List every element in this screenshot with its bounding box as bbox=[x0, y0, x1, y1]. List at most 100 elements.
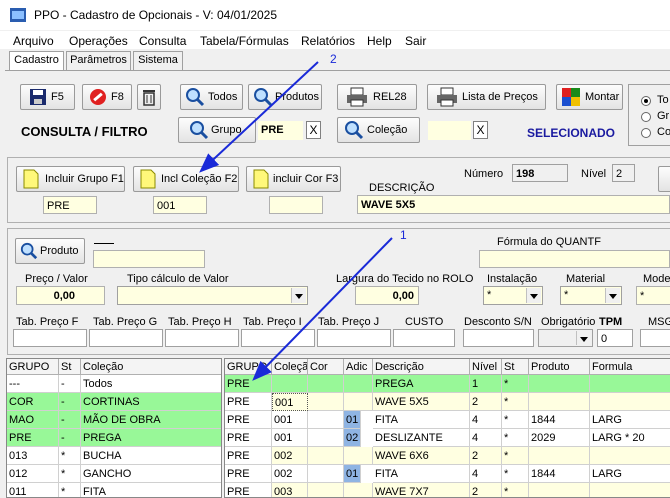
custo-label: CUSTO bbox=[405, 316, 444, 328]
tab-preco-h-field[interactable] bbox=[165, 329, 239, 347]
magnifier-icon bbox=[186, 88, 205, 107]
table-row[interactable]: 013 * BUCHA bbox=[7, 447, 221, 465]
tipo-calculo-select[interactable] bbox=[117, 286, 308, 305]
col-header-cor[interactable]: Cor bbox=[308, 359, 344, 375]
table-row[interactable]: PRE 001 WAVE 5X5 2 * bbox=[225, 393, 670, 411]
msg-label: MSG bbox=[648, 316, 670, 328]
todos-button[interactable]: Todos bbox=[180, 84, 243, 110]
radio-todos[interactable] bbox=[641, 96, 651, 106]
tpm-field[interactable]: 0 bbox=[597, 329, 633, 347]
printer-icon bbox=[437, 87, 457, 107]
table-row[interactable]: COR - CORTINAS bbox=[7, 393, 221, 411]
preco-field[interactable]: 0,00 bbox=[16, 286, 105, 305]
incluir-grupo-button[interactable]: Incluir Grupo F1 bbox=[16, 166, 125, 192]
col-header-produto[interactable]: Produto bbox=[529, 359, 590, 375]
menu-sair[interactable]: Sair bbox=[405, 34, 426, 48]
numero-label: Número bbox=[464, 168, 504, 180]
window-title: PPO - Cadastro de Opcionais - V: 04/01/2… bbox=[34, 8, 278, 22]
col-header-grupo[interactable]: GRUPO bbox=[225, 359, 272, 375]
tab-preco-g-field[interactable] bbox=[89, 329, 163, 347]
cor-include-field[interactable] bbox=[269, 196, 323, 214]
colecao-filter-button[interactable]: Coleção bbox=[337, 117, 420, 143]
rel28-button[interactable]: REL28 bbox=[337, 84, 417, 110]
obrigatorio-select[interactable] bbox=[538, 329, 593, 347]
extra-button[interactable] bbox=[658, 166, 670, 192]
col-header-adic[interactable]: Adic bbox=[344, 359, 373, 375]
trash-icon bbox=[143, 90, 155, 106]
table-row[interactable]: PRE 001 01 FITA 4 * 1844 LARG bbox=[225, 411, 670, 429]
col-header-st[interactable]: St bbox=[502, 359, 529, 375]
grupo-include-field[interactable]: PRE bbox=[43, 196, 97, 214]
magnifier-icon bbox=[190, 121, 209, 140]
incluir-colecao-button[interactable]: Incl Coleção F2 bbox=[133, 166, 239, 192]
largura-field[interactable]: 0,00 bbox=[355, 286, 419, 305]
largura-label: Largura do Tecido no ROLO bbox=[336, 273, 474, 285]
desconto-field[interactable] bbox=[463, 329, 534, 347]
produto-field[interactable] bbox=[93, 250, 205, 268]
col-header-descricao[interactable]: Descrição bbox=[373, 359, 470, 375]
table-row[interactable]: MAO - MÃO DE OBRA bbox=[7, 411, 221, 429]
f5-button[interactable]: F5 bbox=[20, 84, 75, 110]
formula-field[interactable] bbox=[479, 250, 670, 268]
menu-tabela-formulas[interactable]: Tabela/Fórmulas bbox=[200, 34, 289, 48]
menu-relatorios[interactable]: Relatórios bbox=[301, 34, 355, 48]
tab-cadastro[interactable]: Cadastro bbox=[9, 51, 64, 71]
lista-precos-button[interactable]: Lista de Preços bbox=[427, 84, 546, 110]
tab-preco-g-label: Tab. Preço G bbox=[93, 316, 158, 328]
msg-field[interactable] bbox=[640, 329, 670, 347]
f8-button[interactable]: F8 bbox=[82, 84, 132, 110]
tab-preco-h-label: Tab. Preço H bbox=[168, 316, 232, 328]
grupo-clear-button[interactable]: X bbox=[306, 121, 321, 139]
table-row[interactable]: 012 * GANCHO bbox=[7, 465, 221, 483]
table-row[interactable]: PRE 002 01 FITA 4 * 1844 LARG bbox=[225, 465, 670, 483]
menu-help[interactable]: Help bbox=[367, 34, 392, 48]
document-icon bbox=[253, 169, 269, 189]
separator bbox=[94, 243, 114, 244]
delete-button[interactable] bbox=[137, 84, 161, 110]
menu-arquivo[interactable]: Arquivo bbox=[13, 34, 54, 48]
col-header-nivel[interactable]: Nível bbox=[470, 359, 502, 375]
descricao-field[interactable]: WAVE 5X5 bbox=[357, 195, 670, 214]
radio-grupo[interactable] bbox=[641, 112, 651, 122]
tab-sistema[interactable]: Sistema bbox=[133, 51, 183, 71]
menu-operacoes[interactable]: Operações bbox=[69, 34, 128, 48]
tab-preco-j-field[interactable] bbox=[317, 329, 391, 347]
grupo-filter-button[interactable]: Grupo bbox=[178, 117, 256, 143]
custo-field[interactable] bbox=[393, 329, 455, 347]
montar-button[interactable]: Montar bbox=[556, 84, 623, 110]
produto-button[interactable]: Produto bbox=[15, 238, 85, 264]
col-header-colecao[interactable]: Coleção bbox=[272, 359, 308, 375]
annotation-label-2: 2 bbox=[330, 52, 337, 66]
table-row[interactable]: PRE 002 WAVE 6X6 2 * bbox=[225, 447, 670, 465]
selecionado-label: SELECIONADO bbox=[527, 126, 616, 140]
colecao-filter-field[interactable] bbox=[428, 121, 471, 140]
menu-bar: Arquivo Operações Consulta Tabela/Fórmul… bbox=[0, 31, 670, 49]
menu-consulta[interactable]: Consulta bbox=[139, 34, 186, 48]
produtos-button[interactable]: Produtos bbox=[248, 84, 322, 110]
table-row[interactable]: PRE - PREGA bbox=[7, 429, 221, 447]
col-header-grupo[interactable]: GRUPO bbox=[7, 359, 59, 375]
modelo-select[interactable]: * bbox=[636, 286, 670, 305]
tab-preco-i-field[interactable] bbox=[241, 329, 315, 347]
items-table: GRUPO Coleção Cor Adic Descrição Nível S… bbox=[224, 358, 670, 498]
table-row[interactable]: --- - Todos bbox=[7, 375, 221, 393]
colecao-include-field[interactable]: 001 bbox=[153, 196, 207, 214]
material-label: Material bbox=[566, 273, 606, 285]
table-row[interactable]: PRE 001 02 DESLIZANTE 4 * 2029 LARG * 20 bbox=[225, 429, 670, 447]
radio-colecao[interactable] bbox=[641, 128, 651, 138]
incluir-cor-button[interactable]: incluir Cor F3 bbox=[246, 166, 341, 192]
obrigatorio-label: Obrigatório bbox=[541, 316, 596, 328]
document-icon bbox=[140, 169, 156, 189]
instalacao-label: Instalação bbox=[487, 273, 538, 285]
grupo-filter-field[interactable]: PRE bbox=[258, 121, 303, 140]
tab-parametros[interactable]: Parâmetros bbox=[66, 51, 131, 71]
col-header-formula[interactable]: Formula bbox=[590, 359, 670, 375]
material-select[interactable]: * bbox=[560, 286, 622, 305]
col-header-st[interactable]: St bbox=[59, 359, 81, 375]
table-row[interactable]: PRE PREGA 1 * bbox=[225, 375, 670, 393]
instalacao-select[interactable]: * bbox=[483, 286, 543, 305]
col-header-colecao[interactable]: Coleção bbox=[81, 359, 221, 375]
app-icon bbox=[10, 8, 26, 22]
tab-preco-f-field[interactable] bbox=[13, 329, 87, 347]
colecao-clear-button[interactable]: X bbox=[473, 121, 488, 139]
